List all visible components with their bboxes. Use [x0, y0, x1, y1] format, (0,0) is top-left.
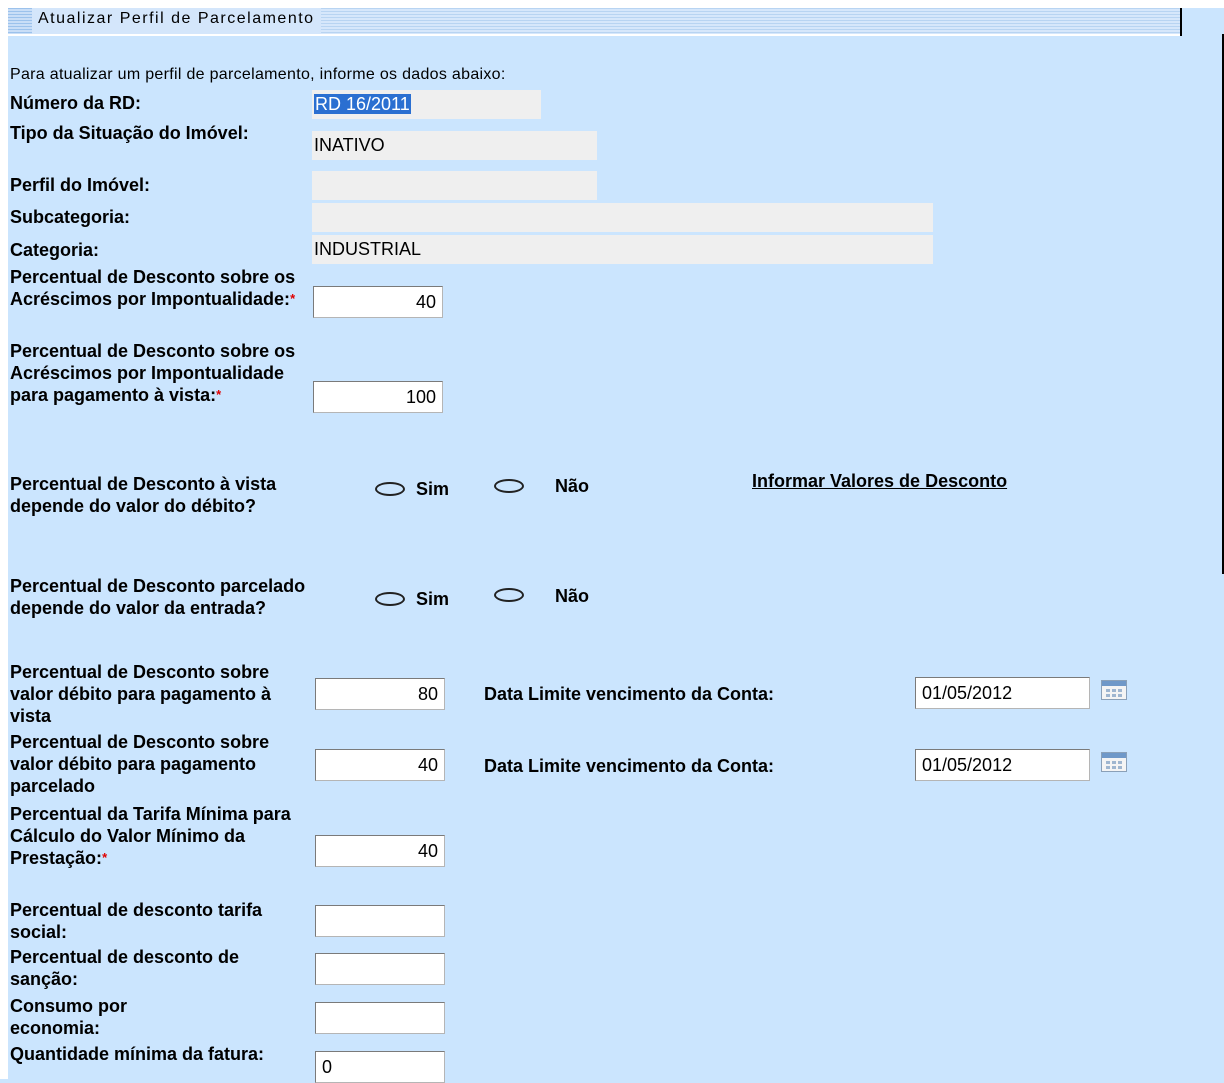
- calendar-icon[interactable]: [1101, 752, 1127, 772]
- radio-vista-nao-label: Não: [555, 476, 590, 496]
- page-title: Atualizar Perfil de Parcelamento: [32, 8, 321, 34]
- tarifa-minima-label: Percentual da Tarifa Mínima para Cálculo…: [10, 803, 306, 869]
- radio-parcelado-sim-label: Sim: [416, 589, 450, 609]
- perfil-imovel-field[interactable]: [312, 171, 597, 200]
- radio-parcelado-nao[interactable]: [494, 588, 524, 602]
- numero-rd-label: Número da RD:: [10, 93, 142, 113]
- data-limite-vista-label: Data Limite vencimento da Conta:: [484, 684, 775, 704]
- tipo-situacao-field[interactable]: INATIVO: [312, 131, 597, 160]
- calendar-icon[interactable]: [1101, 680, 1127, 700]
- subcategoria-field[interactable]: [312, 203, 933, 232]
- tarifa-minima-text: Percentual da Tarifa Mínima para Cálculo…: [10, 804, 291, 868]
- radio-vista-sim[interactable]: [375, 482, 405, 496]
- desc-acrescimos-vista-input[interactable]: 100: [313, 381, 443, 413]
- tarifa-minima-input[interactable]: 40: [315, 835, 445, 867]
- title-bar-edge: [1180, 8, 1182, 36]
- consumo-economia-label: Consumo por economia:: [10, 996, 127, 1038]
- desc-vista-depende-label: Percentual de Desconto à vista depende d…: [10, 474, 277, 516]
- consumo-economia-input[interactable]: [315, 1002, 445, 1034]
- desc-acrescimos-vista-text: Percentual de Desconto sobre os Acréscim…: [10, 341, 296, 405]
- desc-acrescimos-input[interactable]: 40: [313, 286, 443, 318]
- section-title-bar: Atualizar Perfil de Parcelamento: [8, 8, 1182, 36]
- desc-debito-parcelado-input[interactable]: 40: [315, 749, 445, 781]
- desc-acrescimos-text: Percentual de Desconto sobre os Acréscim…: [10, 267, 296, 309]
- top-strip: [0, 0, 1224, 8]
- radio-vista-nao[interactable]: [494, 479, 524, 493]
- qtd-minima-fatura-input[interactable]: 0: [315, 1051, 445, 1083]
- data-limite-parcelado-label: Data Limite vencimento da Conta:: [484, 756, 775, 776]
- data-limite-parcelado-input[interactable]: 01/05/2012: [915, 749, 1090, 781]
- desc-debito-parcelado-label: Percentual de Desconto sobre valor débit…: [10, 732, 270, 796]
- tarifa-social-label: Percentual de desconto tarifa social:: [10, 900, 263, 942]
- title-bar-cap: [8, 8, 32, 34]
- required-marker: *: [290, 291, 296, 306]
- desc-acrescimos-vista-label: Percentual de Desconto sobre os Acréscim…: [10, 340, 306, 406]
- sancao-label: Percentual de desconto de sanção:: [10, 947, 240, 989]
- numero-rd-value: RD 16/2011: [314, 94, 411, 114]
- required-marker: *: [216, 387, 222, 402]
- radio-vista-sim-label: Sim: [416, 479, 450, 499]
- categoria-label: Categoria:: [10, 240, 100, 260]
- desc-acrescimos-label: Percentual de Desconto sobre os Acréscim…: [10, 266, 306, 310]
- desc-parcelado-depende-label: Percentual de Desconto parcelado depende…: [10, 576, 306, 618]
- desc-debito-vista-input[interactable]: 80: [315, 678, 445, 710]
- perfil-imovel-label: Perfil do Imóvel:: [10, 175, 151, 195]
- sancao-input[interactable]: [315, 953, 445, 985]
- qtd-minima-fatura-label: Quantidade mínima da fatura:: [10, 1044, 265, 1064]
- radio-parcelado-sim[interactable]: [375, 592, 405, 606]
- left-margin: [0, 0, 8, 1079]
- data-limite-vista-input[interactable]: 01/05/2012: [915, 677, 1090, 709]
- required-marker: *: [102, 850, 108, 865]
- subcategoria-label: Subcategoria:: [10, 207, 131, 227]
- categoria-field[interactable]: INDUSTRIAL: [312, 235, 933, 264]
- numero-rd-field[interactable]: RD 16/2011: [312, 90, 541, 119]
- tipo-situacao-label: Tipo da Situação do Imóvel:: [10, 123, 249, 143]
- desc-debito-vista-label: Percentual de Desconto sobre valor débit…: [10, 662, 272, 726]
- tarifa-social-input[interactable]: [315, 905, 445, 937]
- intro-text: Para atualizar um perfil de parcelamento…: [10, 66, 506, 83]
- informar-valores-link[interactable]: Informar Valores de Desconto: [752, 471, 1007, 492]
- radio-parcelado-nao-label: Não: [555, 586, 590, 606]
